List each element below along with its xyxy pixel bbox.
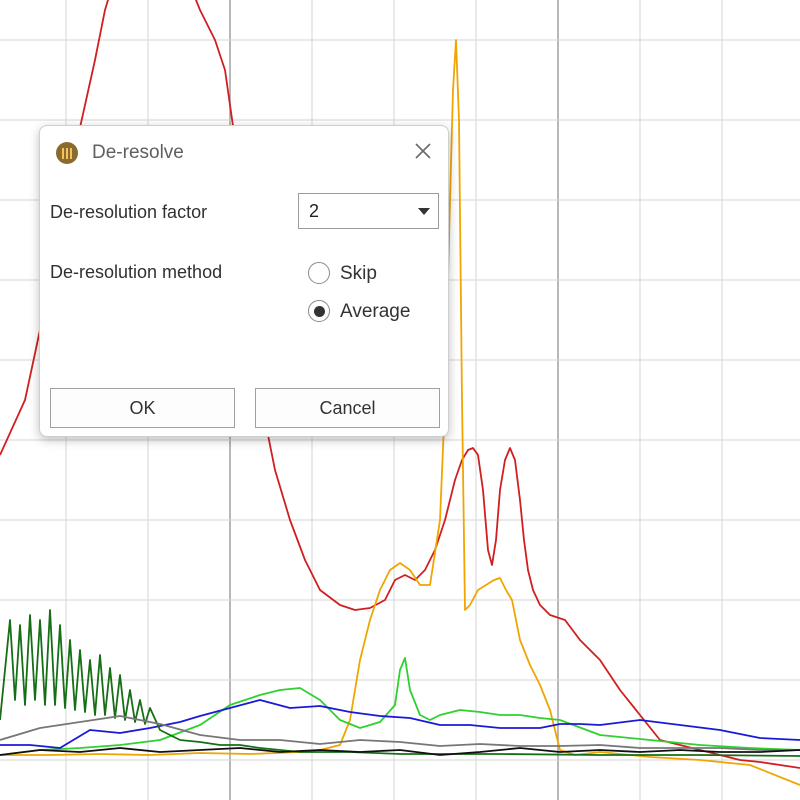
method-label: De-resolution method xyxy=(50,262,223,282)
dialog-titlebar[interactable]: De-resolve xyxy=(40,126,448,180)
radio-average[interactable] xyxy=(308,300,332,324)
close-button[interactable] xyxy=(410,138,436,164)
radio-average-dot xyxy=(314,306,325,317)
ok-button[interactable]: OK xyxy=(50,388,235,428)
app-logo-icon xyxy=(56,142,78,164)
factor-select[interactable]: 2 xyxy=(298,193,439,229)
radio-skip[interactable] xyxy=(308,262,332,286)
radio-skip-label[interactable]: Skip xyxy=(340,263,377,285)
dialog-title: De-resolve xyxy=(92,142,184,163)
radio-skip-circle xyxy=(308,262,330,284)
cancel-button[interactable]: Cancel xyxy=(255,388,440,428)
series-line-4 xyxy=(0,699,800,749)
series-line-3 xyxy=(0,657,800,756)
de-resolve-dialog: De-resolve De-resolution factor 2 De-res… xyxy=(39,125,449,437)
factor-label: De-resolution factor xyxy=(50,202,208,222)
chevron-down-icon xyxy=(418,208,430,215)
radio-average-label[interactable]: Average xyxy=(340,301,410,323)
close-icon xyxy=(415,143,431,159)
series-line-5 xyxy=(0,609,800,757)
factor-select-value: 2 xyxy=(309,201,320,221)
